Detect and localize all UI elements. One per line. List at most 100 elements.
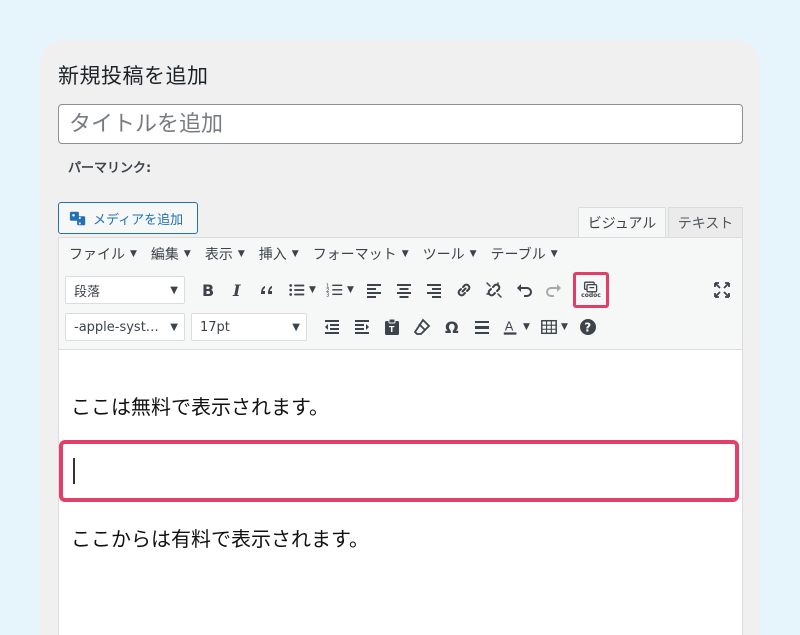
svg-text:T: T: [389, 325, 395, 334]
eraser-icon: [413, 318, 431, 335]
menubar: ファイル ▼ 編集 ▼ 表示 ▼ 挿入 ▼ フォーマット ▼ ツール ▼ テーブル ▼: [59, 238, 572, 270]
chevron-down-icon: ▼: [170, 284, 178, 296]
tab-text[interactable]: テキスト: [668, 207, 743, 238]
fullscreen-icon: [714, 282, 730, 298]
editor: ファイル ▼ 編集 ▼ 表示 ▼ 挿入 ▼ フォーマット ▼ ツール ▼ テーブル ▼ 段落 ▼…: [58, 237, 743, 635]
menu-file-label: ファイル: [69, 247, 125, 263]
italic-button[interactable]: I: [223, 275, 253, 305]
menu-insert[interactable]: 挿入 ▼: [259, 244, 299, 264]
menu-insert-label: 挿入: [258, 247, 287, 263]
chevron-down-icon: ▼: [170, 321, 178, 333]
chevron-down-icon: ▼: [292, 321, 300, 333]
chevron-down-icon: ▼: [401, 249, 409, 259]
svg-text:B: B: [202, 281, 214, 300]
codoc-button[interactable]: codoc: [573, 272, 609, 308]
chevron-down-icon: ▼: [237, 249, 245, 259]
special-character-button[interactable]: Ω: [437, 312, 467, 342]
menu-view-label: 表示: [204, 247, 233, 263]
outdent-button[interactable]: [317, 312, 347, 342]
svg-text:Ω: Ω: [445, 318, 459, 337]
chevron-down-icon: ▼: [561, 322, 568, 332]
fullscreen-button[interactable]: [707, 275, 737, 305]
indent-icon: [355, 320, 369, 334]
paywall-separator-line[interactable]: [59, 440, 739, 502]
align-left-button[interactable]: [359, 275, 389, 305]
post-title-input[interactable]: [58, 104, 743, 144]
font-family-select[interactable]: -apple-syst… ▼: [65, 313, 185, 341]
insert-link-button[interactable]: [449, 275, 479, 305]
undo-button[interactable]: [509, 275, 539, 305]
media-icon: [69, 209, 87, 227]
permalink-label: パーマリンク:: [68, 161, 152, 176]
font-family-value: -apple-syst…: [74, 319, 159, 335]
help-icon: ?: [580, 319, 596, 335]
align-right-button[interactable]: [419, 275, 449, 305]
chevron-down-icon: ▼: [183, 249, 191, 259]
bold-icon: B: [202, 281, 214, 300]
editor-card: 新規投稿を追加 パーマリンク: メディアを追加 ビジュアル テキスト ファイル ▼…: [40, 40, 760, 635]
chevron-down-icon: ▼: [523, 322, 530, 332]
help-button[interactable]: ?: [573, 312, 603, 342]
numbered-list-icon: 123: [326, 283, 343, 298]
codoc-label: codoc: [581, 292, 601, 299]
menu-file[interactable]: ファイル ▼: [69, 244, 137, 264]
paid-paragraph[interactable]: ここからは有料で表示されます。: [71, 523, 369, 552]
redo-button[interactable]: [539, 275, 569, 305]
font-size-value: 17pt: [200, 319, 230, 335]
undo-icon: [517, 284, 532, 297]
editor-toolbar: ファイル ▼ 編集 ▼ 表示 ▼ 挿入 ▼ フォーマット ▼ ツール ▼ テーブル ▼ 段落 ▼…: [59, 238, 742, 350]
horizontal-line-button[interactable]: [467, 312, 497, 342]
toolbar-row-1: 段落 ▼ B I ▼ 1 2 3 ▼ codoc: [65, 272, 737, 308]
svg-text:3: 3: [326, 292, 329, 298]
free-paragraph[interactable]: ここは無料で表示されます。: [71, 391, 329, 420]
menu-tools[interactable]: ツール ▼: [423, 244, 477, 264]
menu-format-label: フォーマット: [312, 247, 397, 263]
clear-formatting-button[interactable]: [407, 312, 437, 342]
blockquote-button[interactable]: [253, 275, 283, 305]
align-center-icon: [397, 284, 411, 298]
indent-button[interactable]: [347, 312, 377, 342]
editor-content[interactable]: ここは無料で表示されます。 ここからは有料で表示されます。: [59, 350, 742, 635]
menu-edit-label: 編集: [150, 247, 179, 263]
chevron-down-icon: ▼: [347, 285, 354, 295]
tab-visual[interactable]: ビジュアル: [578, 207, 666, 238]
text-color-button[interactable]: A ▼: [497, 312, 535, 342]
menu-view[interactable]: 表示 ▼: [205, 244, 245, 264]
horizontal-line-icon: [475, 321, 489, 334]
remove-link-button[interactable]: [479, 275, 509, 305]
chevron-down-icon: ▼: [130, 249, 137, 259]
bullet-list-icon: [289, 284, 305, 296]
italic-icon: I: [232, 281, 241, 300]
outdent-icon: [325, 320, 339, 334]
svg-text:I: I: [232, 281, 241, 300]
text-color-icon: A: [503, 319, 517, 335]
align-left-icon: [367, 284, 381, 298]
menu-format[interactable]: フォーマット ▼: [313, 244, 409, 264]
block-format-value: 段落: [74, 284, 101, 300]
quote-icon: [261, 286, 272, 294]
unlink-icon: [486, 282, 502, 298]
chevron-down-icon: ▼: [550, 249, 558, 259]
text-cursor: [73, 458, 75, 484]
clipboard-icon: T: [385, 318, 399, 335]
svg-text:?: ?: [584, 321, 591, 335]
add-media-button[interactable]: メディアを追加: [58, 202, 198, 234]
numbered-list-button[interactable]: 1 2 3 ▼: [321, 275, 359, 305]
menu-table-label: テーブル: [490, 247, 546, 263]
bold-button[interactable]: B: [193, 275, 223, 305]
align-center-button[interactable]: [389, 275, 419, 305]
table-button[interactable]: ▼: [535, 312, 573, 342]
menu-table[interactable]: テーブル ▼: [491, 244, 558, 264]
chevron-down-icon: ▼: [291, 249, 299, 259]
paste-text-button[interactable]: T: [377, 312, 407, 342]
chevron-down-icon: ▼: [309, 285, 316, 295]
font-size-select[interactable]: 17pt ▼: [191, 313, 307, 341]
omega-icon: Ω: [445, 318, 459, 337]
link-icon: [457, 283, 471, 297]
block-format-select[interactable]: 段落 ▼: [65, 276, 185, 304]
add-media-label: メディアを追加: [93, 212, 184, 228]
bullet-list-button[interactable]: ▼: [283, 275, 321, 305]
redo-icon: [546, 284, 561, 297]
menu-edit[interactable]: 編集 ▼: [151, 244, 191, 264]
page-title: 新規投稿を追加: [58, 64, 209, 88]
